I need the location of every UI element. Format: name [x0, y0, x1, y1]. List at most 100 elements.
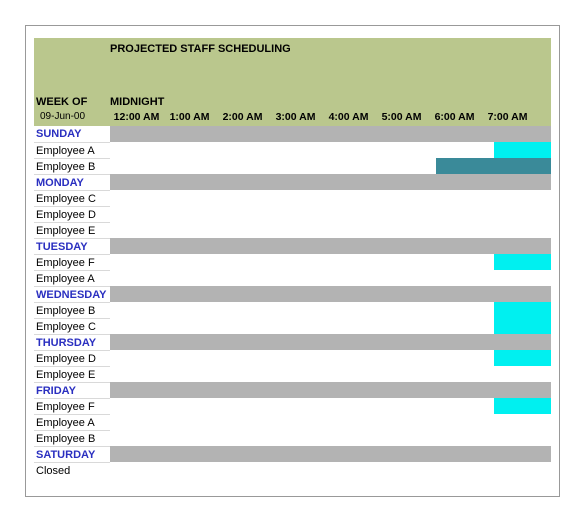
schedule-bar [110, 238, 551, 254]
employee-row: Employee A [34, 142, 551, 158]
schedule-bar [110, 270, 551, 286]
header-band: PROJECTED STAFF SCHEDULING WEEK OF MIDNI… [34, 38, 551, 126]
employee-row: Employee B [34, 430, 551, 446]
employee-row: Employee C [34, 318, 551, 334]
schedule-bar [110, 398, 551, 414]
employee-label: Employee A [34, 414, 110, 430]
schedule-bar [110, 126, 551, 142]
employee-label: Employee E [34, 366, 110, 382]
schedule-segment [110, 302, 494, 318]
schedule-bar [110, 414, 551, 430]
schedule-segment [110, 254, 494, 270]
header-row-times: 09-Jun-00 12:00 AM 1:00 AM 2:00 AM 3:00 … [34, 111, 551, 123]
employee-row: Employee B [34, 158, 551, 174]
employee-label: Employee F [34, 398, 110, 414]
day-label: MONDAY [34, 174, 110, 190]
schedule-bar [110, 158, 551, 174]
employee-label: Employee A [34, 142, 110, 158]
employee-row: Employee F [34, 254, 551, 270]
employee-label: Employee E [34, 222, 110, 238]
employee-label: Employee B [34, 302, 110, 318]
schedule-segment [110, 142, 494, 158]
schedule-segment [436, 158, 551, 174]
week-date: 09-Jun-00 [34, 111, 110, 123]
employee-row: Employee E [34, 366, 551, 382]
schedule-segment [110, 414, 551, 430]
schedule-segment [494, 398, 551, 414]
employee-label: Closed [34, 462, 110, 478]
day-label: WEDNESDAY [34, 286, 110, 302]
schedule-sheet: PROJECTED STAFF SCHEDULING WEEK OF MIDNI… [34, 38, 551, 478]
employee-label: Employee F [34, 254, 110, 270]
time-slot: 7:00 AM [481, 111, 534, 123]
schedule-segment [110, 126, 551, 142]
time-slot: 6:00 AM [428, 111, 481, 123]
midnight-label: MIDNIGHT [110, 96, 163, 108]
schedule-bar [110, 302, 551, 318]
employee-label: Employee B [34, 430, 110, 446]
employee-row: Employee F [34, 398, 551, 414]
schedule-segment [110, 366, 551, 382]
schedule-segment [110, 270, 551, 286]
schedule-segment [110, 382, 551, 398]
schedule-bar [110, 142, 551, 158]
schedule-segment [110, 462, 551, 478]
schedule-bar [110, 350, 551, 366]
day-label: FRIDAY [34, 382, 110, 398]
time-slot: 2:00 AM [216, 111, 269, 123]
time-slot: 12:00 AM [110, 111, 163, 123]
employee-row: Employee D [34, 350, 551, 366]
schedule-bar [110, 462, 551, 478]
schedule-segment [494, 318, 551, 334]
schedule-segment [110, 238, 551, 254]
employee-label: Employee A [34, 270, 110, 286]
employee-row: Employee E [34, 222, 551, 238]
employee-row: Closed [34, 462, 551, 478]
employee-label: Employee D [34, 206, 110, 222]
day-row: FRIDAY [34, 382, 551, 398]
schedule-segment [110, 334, 551, 350]
page-title: PROJECTED STAFF SCHEDULING [34, 38, 551, 55]
schedule-segment [110, 206, 551, 222]
schedule-segment [110, 158, 436, 174]
schedule-bar [110, 190, 551, 206]
schedule-segment [110, 222, 551, 238]
employee-row: Employee D [34, 206, 551, 222]
day-row: SATURDAY [34, 446, 551, 462]
time-slot: 5:00 AM [375, 111, 428, 123]
weekof-label: WEEK OF [34, 96, 110, 108]
time-slot: 1:00 AM [163, 111, 216, 123]
header-row-labels: WEEK OF MIDNIGHT [34, 96, 551, 108]
schedule-grid: SUNDAYEmployee AEmployee BMONDAYEmployee… [34, 126, 551, 478]
day-label: THURSDAY [34, 334, 110, 350]
schedule-bar [110, 430, 551, 446]
schedule-bar [110, 254, 551, 270]
schedule-segment [110, 174, 551, 190]
time-slot: 4:00 AM [322, 111, 375, 123]
day-row: MONDAY [34, 174, 551, 190]
schedule-bar [110, 222, 551, 238]
schedule-bar [110, 382, 551, 398]
schedule-bar [110, 446, 551, 462]
schedule-segment [110, 318, 494, 334]
employee-row: Employee C [34, 190, 551, 206]
schedule-bar [110, 318, 551, 334]
day-label: SATURDAY [34, 446, 110, 462]
employee-label: Employee C [34, 318, 110, 334]
time-slot: 3:00 AM [269, 111, 322, 123]
schedule-segment [494, 254, 551, 270]
schedule-segment [494, 142, 551, 158]
day-row: SUNDAY [34, 126, 551, 142]
schedule-bar [110, 366, 551, 382]
employee-row: Employee A [34, 414, 551, 430]
day-row: TUESDAY [34, 238, 551, 254]
employee-label: Employee D [34, 350, 110, 366]
employee-label: Employee B [34, 158, 110, 174]
schedule-segment [110, 190, 551, 206]
schedule-segment [494, 302, 551, 318]
schedule-segment [110, 430, 551, 446]
schedule-segment [110, 350, 494, 366]
schedule-bar [110, 334, 551, 350]
document-frame: PROJECTED STAFF SCHEDULING WEEK OF MIDNI… [25, 25, 560, 497]
employee-row: Employee A [34, 270, 551, 286]
